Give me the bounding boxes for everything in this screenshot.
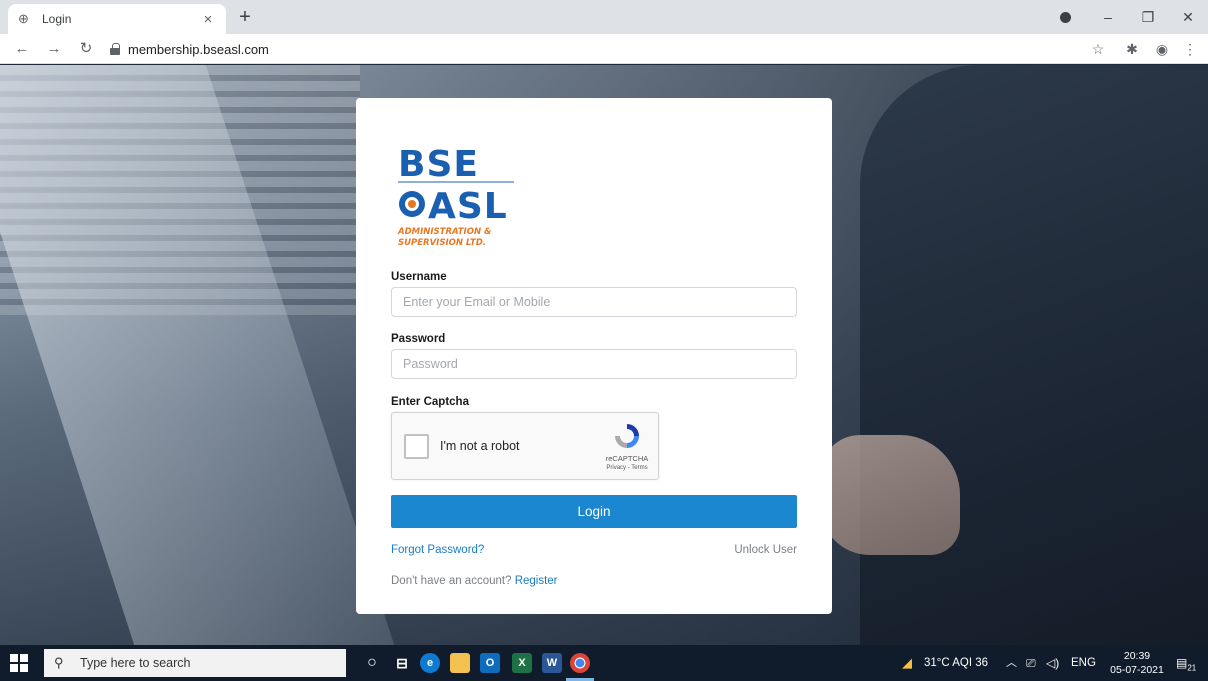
lock-icon [110,43,120,55]
word-icon[interactable]: W [542,653,562,673]
bookmark-star-icon[interactable]: ☆ [1088,39,1108,59]
password-input[interactable] [391,349,797,379]
taskbar-search-text: Type here to search [80,656,191,670]
notification-count: 21 [1187,663,1197,673]
tab-close-icon[interactable]: × [200,11,216,28]
maximize-button[interactable]: ❐ [1128,0,1168,34]
task-view-icon[interactable]: ⊟ [392,653,412,673]
captcha-label: Enter Captcha [391,396,469,408]
new-tab-button[interactable]: + [234,6,256,28]
forgot-password-link[interactable]: Forgot Password? [391,544,484,556]
profile-icon[interactable]: ◉ [1152,39,1172,59]
unlock-user-link[interactable]: Unlock User [734,544,797,556]
forward-icon[interactable]: → [44,39,64,59]
cortana-icon[interactable]: ○ [362,653,382,673]
profile-record-icon[interactable] [1060,12,1071,23]
login-button[interactable]: Login [391,495,797,528]
register-prompt: Don't have an account? Register [391,575,558,587]
reload-icon[interactable]: ↻ [76,39,96,59]
recaptcha-icon [615,424,639,448]
outlook-icon[interactable]: O [480,653,500,673]
logo-tagline-2: SUPERVISION LTD. [398,238,486,248]
file-explorer-icon[interactable] [450,653,470,673]
globe-icon: ⊕ [18,11,29,26]
network-icon[interactable]: ⎚ [1026,645,1036,681]
tray-chevron-icon[interactable]: ︿ [1006,645,1017,681]
register-prompt-text: Don't have an account? [391,575,512,587]
logo-line1: BSE [398,146,479,185]
notifications-icon[interactable]: ▤21 [1176,645,1196,681]
clock-date: 05-07-2021 [1110,664,1164,676]
search-icon: ⚲ [54,655,64,670]
close-window-button[interactable]: ✕ [1168,0,1208,34]
clock[interactable]: 20:39 05-07-2021 [1106,649,1168,677]
background-hand [820,435,960,555]
windows-taskbar: ⚲ Type here to search ○ ⊟ e O X W ◢ 31°C… [0,645,1208,681]
recaptcha-widget: I'm not a robot reCAPTCHA Privacy - Term… [391,412,659,480]
logo-line2: ASL [428,186,508,227]
weather-text[interactable]: 31°C AQI 36 [924,645,988,681]
register-link[interactable]: Register [515,575,558,587]
recaptcha-brand: reCAPTCHA [605,454,649,463]
minimize-button[interactable]: – [1088,0,1128,34]
windows-start-icon[interactable] [10,654,28,672]
edge-icon[interactable]: e [420,653,440,673]
chrome-icon[interactable] [570,653,590,673]
bseasl-logo: BSE ASL ADMINISTRATION & SUPERVISION LTD… [396,144,526,256]
clock-time: 20:39 [1123,650,1151,662]
recaptcha-checkbox[interactable] [404,434,429,459]
username-label: Username [391,271,447,283]
recaptcha-privacy-terms[interactable]: Privacy - Terms [597,465,657,471]
weather-icon[interactable]: ◢ [902,645,912,681]
login-card: BSE ASL ADMINISTRATION & SUPERVISION LTD… [356,98,832,614]
recaptcha-text: I'm not a robot [440,439,520,453]
url-text: membership.bseasl.com [128,41,269,57]
extensions-icon[interactable]: ✱ [1122,39,1142,59]
logo-tagline-1: ADMINISTRATION & [397,227,491,237]
back-icon[interactable]: ← [12,39,32,59]
background-person [860,65,1208,645]
username-input[interactable] [391,287,797,317]
menu-icon[interactable]: ⋮ [1180,39,1200,59]
browser-tab[interactable]: ⊕ Login × [8,4,226,34]
password-label: Password [391,333,446,345]
taskbar-search[interactable]: ⚲ Type here to search [44,649,346,677]
browser-tab-bar: ⊕ Login × + – ❐ ✕ [0,0,1208,34]
language-indicator[interactable]: ENG [1071,645,1096,681]
address-bar: ← → ↻ membership.bseasl.com ☆ ✱ ◉ ⋮ [0,34,1208,64]
url-field[interactable]: membership.bseasl.com [110,37,1080,61]
excel-icon[interactable]: X [512,653,532,673]
tab-title: Login [42,12,72,26]
volume-icon[interactable]: ◁) [1046,645,1059,681]
